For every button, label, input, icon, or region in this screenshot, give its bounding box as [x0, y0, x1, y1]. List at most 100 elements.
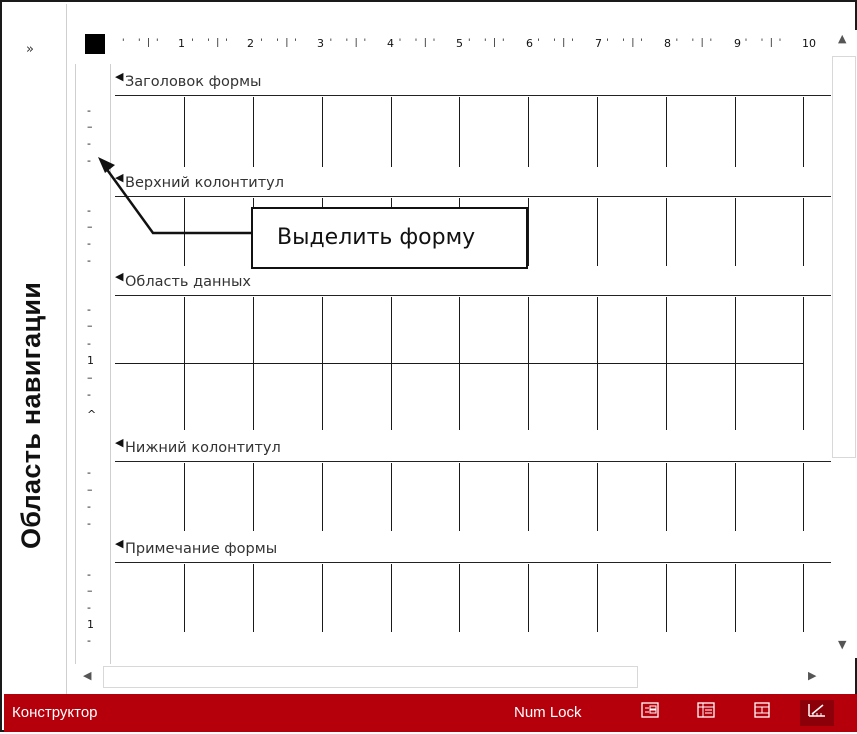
double-chevron-right-icon[interactable]: »	[26, 42, 34, 57]
ruler-tick: '	[744, 38, 748, 48]
callout-box: Выделить форму	[251, 207, 528, 269]
ruler-tick: |	[216, 38, 220, 48]
section-header-form-footer[interactable]: ◀ Примечание формы	[115, 534, 832, 563]
section-grid-detail[interactable]	[115, 297, 831, 430]
grid-line	[735, 463, 736, 531]
ruler-tick: |	[700, 38, 704, 48]
section-header-detail[interactable]: ◀ Область данных	[115, 267, 832, 296]
ruler-tick: '	[606, 38, 609, 48]
scroll-up-icon[interactable]: ▲	[838, 32, 846, 45]
scroll-left-icon[interactable]: ◀	[83, 669, 91, 682]
horizontal-scrollbar[interactable]: ◀ ▶	[75, 664, 831, 690]
ruler-number: 5	[456, 37, 463, 50]
ruler-tick: '	[156, 38, 159, 48]
ruler-tick: '	[484, 38, 487, 48]
form-selector-button[interactable]	[85, 34, 105, 54]
access-form-designer: » Область навигации 1 2 3 4 5 6 7 8 9 10…	[0, 0, 857, 732]
section-header-page-footer[interactable]: ◀ Нижний колонтитул	[115, 433, 832, 462]
ruler-tick: '	[640, 38, 643, 48]
ruler-tick: '	[294, 38, 297, 48]
ruler-mark: -	[87, 254, 91, 267]
ruler-mark: -	[87, 303, 91, 316]
grid-line	[735, 97, 736, 167]
vertical-ruler: - – - - - – - - - – - 1 – - ^ - – - - - …	[75, 64, 111, 684]
ruler-mark: -	[87, 517, 91, 530]
grid-line	[528, 198, 529, 266]
ruler-tick: '	[225, 38, 228, 48]
ruler-tick: '	[553, 38, 556, 48]
grid-line	[803, 463, 804, 531]
ruler-tick: '	[191, 38, 194, 48]
scroll-down-icon[interactable]: ▼	[838, 638, 846, 651]
ruler-mark: -	[87, 204, 91, 217]
grid-line	[459, 97, 460, 167]
section-grid-form-header[interactable]	[115, 97, 831, 167]
ruler-mark: –	[87, 371, 93, 384]
ruler-tick: '	[432, 38, 436, 48]
vertical-scroll-thumb[interactable]	[832, 56, 856, 458]
ruler-number: 2	[247, 37, 254, 50]
grid-line	[803, 564, 804, 632]
section-label: Примечание формы	[125, 541, 278, 557]
ruler-tick: '	[571, 38, 574, 48]
ruler-tick: '	[363, 38, 367, 48]
grid-line	[735, 564, 736, 632]
grid-line	[735, 198, 736, 266]
section-header-form-header[interactable]: ◀ Заголовок формы	[115, 67, 832, 96]
datasheet-view-icon[interactable]	[692, 700, 720, 726]
section-grid-page-footer[interactable]	[115, 463, 831, 531]
grid-line	[666, 564, 667, 632]
form-view-icon[interactable]	[636, 700, 664, 726]
grid-line	[322, 463, 323, 531]
horizontal-scroll-thumb[interactable]	[103, 666, 638, 688]
ruler-mark: -	[87, 568, 91, 581]
layout-view-icon[interactable]	[748, 700, 776, 726]
ruler-mark: 1	[87, 618, 94, 631]
ruler-tick: '	[138, 38, 141, 48]
ruler-mark: -	[87, 137, 91, 150]
ruler-tick: '	[537, 38, 540, 48]
ruler-mark: -	[87, 601, 91, 614]
section-label: Верхний колонтитул	[125, 175, 285, 191]
callout-text: Выделить форму	[277, 225, 476, 250]
ruler-tick: '	[414, 38, 418, 48]
ruler-tick: '	[778, 38, 782, 48]
grid-line	[253, 463, 254, 531]
ruler-mark: –	[87, 120, 93, 133]
ruler-tick: '	[675, 38, 679, 48]
ruler-tick: |	[285, 38, 289, 48]
ruler-tick: |	[769, 38, 773, 48]
section-grid-form-footer[interactable]	[115, 564, 831, 632]
grid-line	[253, 564, 254, 632]
grid-line	[803, 198, 804, 266]
ruler-tick: '	[709, 38, 713, 48]
ruler-mark: –	[87, 584, 93, 597]
grid-line	[528, 463, 529, 531]
grid-line	[459, 463, 460, 531]
grid-line	[322, 564, 323, 632]
ruler-mark: –	[87, 483, 93, 496]
section-header-page-header[interactable]: ◀ Верхний колонтитул	[115, 168, 832, 197]
ruler-tick: |	[631, 38, 635, 48]
ruler-tick: |	[493, 38, 497, 48]
grid-line	[597, 97, 598, 167]
horizontal-ruler: 1 2 3 4 5 6 7 8 9 10 ' ' ' | ' ' ' | ' ' ' | ' ' ' | ' ' '…	[112, 30, 830, 54]
ruler-mark: –	[87, 319, 93, 332]
vertical-scrollbar[interactable]: ▲ ▼	[831, 30, 857, 658]
num-lock-indicator: Num Lock	[514, 704, 582, 721]
ruler-tick: |	[147, 38, 151, 48]
design-view-icon[interactable]	[800, 700, 834, 726]
status-bar: Конструктор Num Lock	[4, 694, 857, 732]
grid-line	[322, 97, 323, 167]
grid-line	[597, 198, 598, 266]
view-mode-label: Конструктор	[12, 704, 98, 721]
ruler-mark: -	[87, 237, 91, 250]
navigation-pane-title[interactable]: Область навигации	[16, 219, 47, 549]
scroll-right-icon[interactable]: ▶	[808, 669, 816, 682]
grid-line	[528, 97, 529, 167]
ruler-mark: -	[87, 388, 91, 401]
grid-line	[803, 97, 804, 167]
grid-line	[115, 363, 803, 364]
grid-line	[666, 97, 667, 167]
ruler-tick: '	[398, 38, 402, 48]
